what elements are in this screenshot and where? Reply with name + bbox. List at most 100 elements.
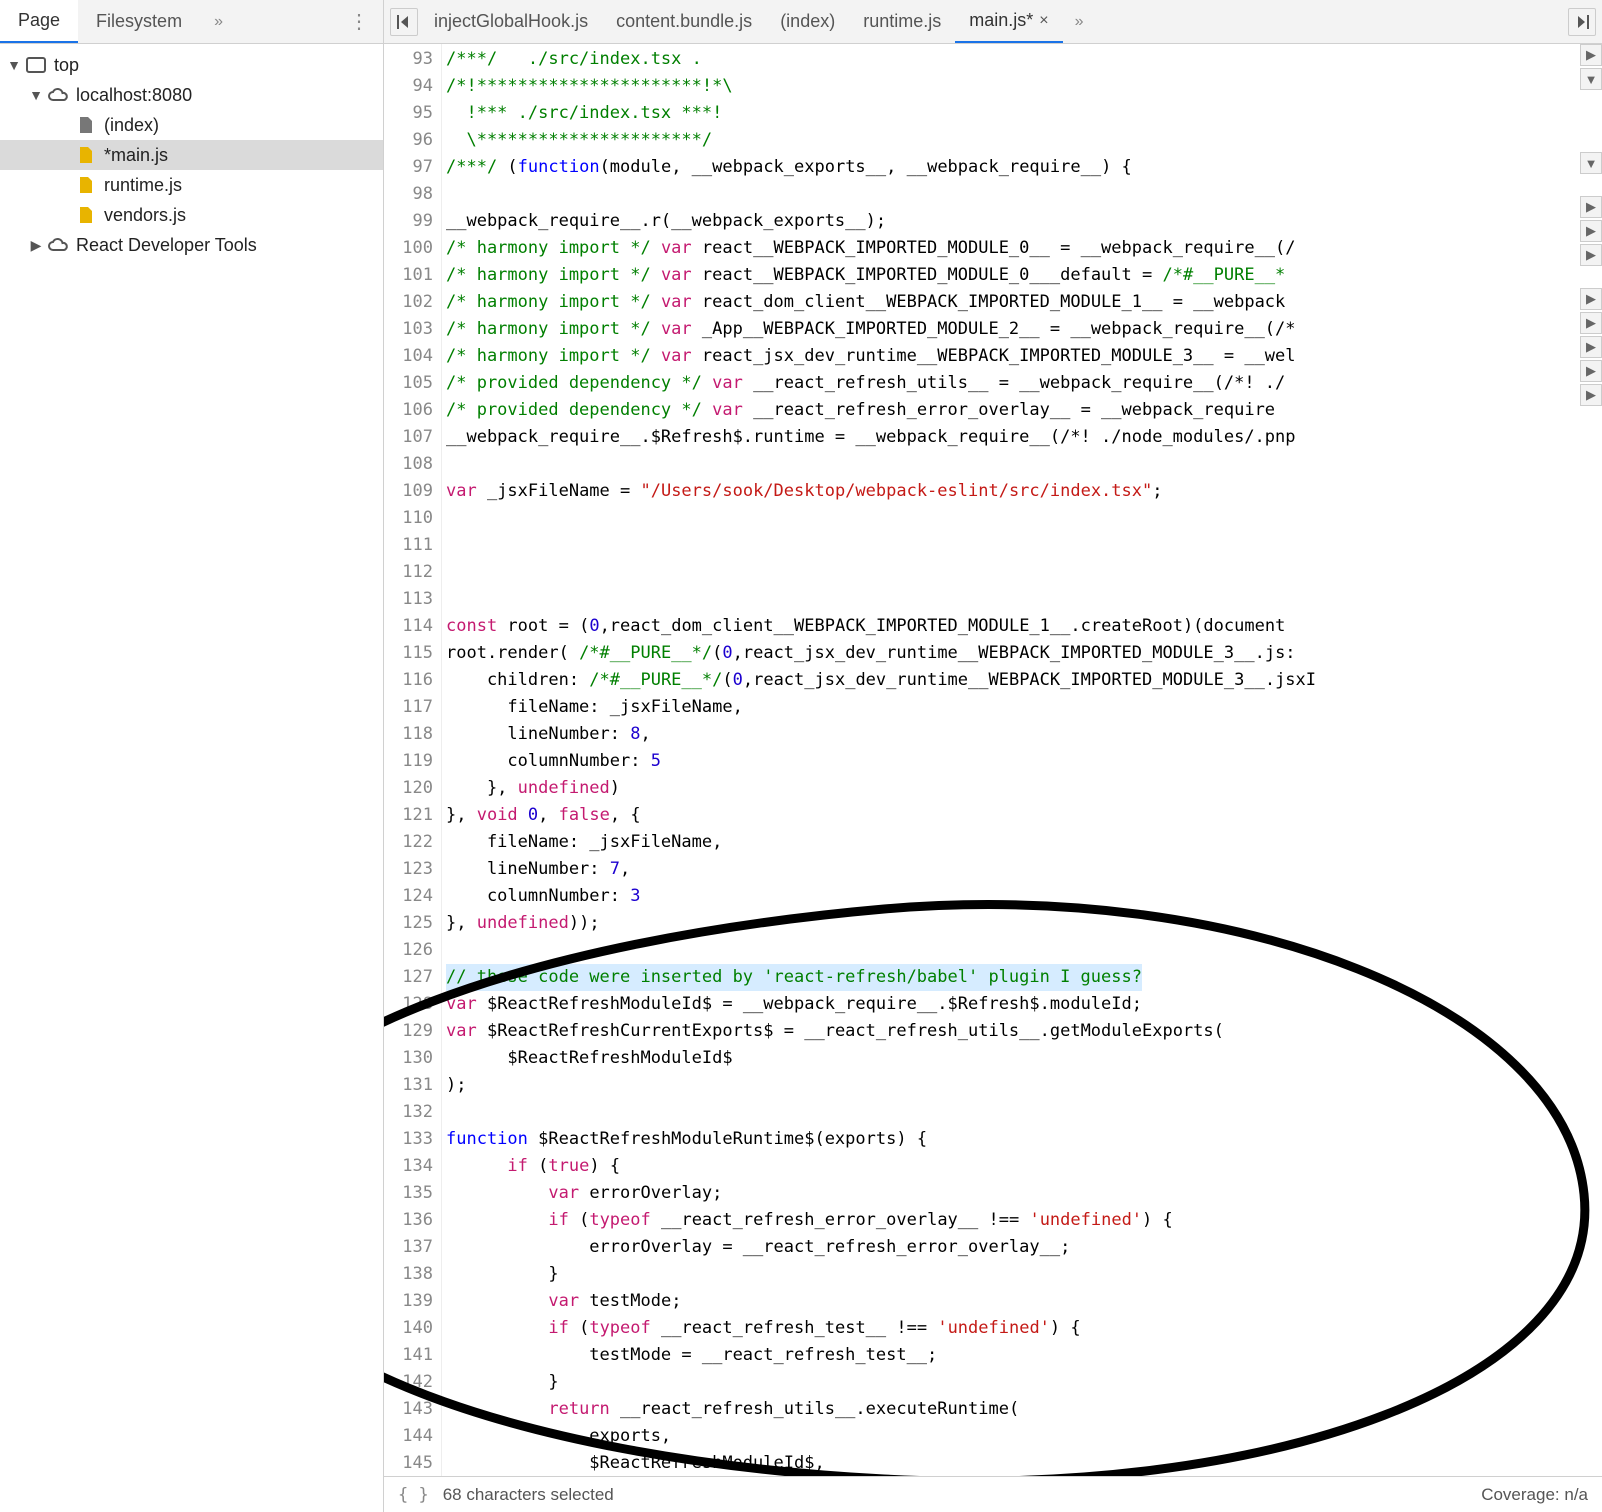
- tree-row[interactable]: ▼ top: [0, 50, 383, 80]
- code-line: fileName: _jsxFileName,: [446, 694, 1602, 721]
- close-icon[interactable]: ×: [1039, 12, 1048, 30]
- tree-arrow-icon: ▶: [28, 237, 44, 254]
- editor-tab[interactable]: main.js* ×: [955, 0, 1062, 43]
- code-line: errorOverlay = __react_refresh_error_ove…: [446, 1234, 1602, 1261]
- code-line: columnNumber: 5: [446, 748, 1602, 775]
- scroll-stub[interactable]: ▶: [1580, 312, 1602, 334]
- code-line: lineNumber: 7,: [446, 856, 1602, 883]
- nav-prev-icon: [396, 15, 412, 29]
- sidebar: Page Filesystem » ⋮ ▼ top ▼localhost:8080 (…: [0, 0, 384, 1512]
- sidebar-tab-page[interactable]: Page: [0, 0, 78, 43]
- scroll-stubs: ▶ ▼ ▼ ▶ ▶ ▶ ▶ ▶ ▶ ▶ ▶: [1580, 44, 1602, 408]
- editor-tab[interactable]: content.bundle.js: [602, 0, 766, 43]
- sidebar-tabs-overflow[interactable]: »: [200, 13, 237, 31]
- scroll-stub[interactable]: ▶: [1580, 44, 1602, 66]
- code-line: /* harmony import */ var react__WEBPACK_…: [446, 262, 1602, 289]
- code-line: /* provided dependency */ var __react_re…: [446, 370, 1602, 397]
- tree-row[interactable]: ▼localhost:8080: [0, 80, 383, 110]
- editor-tab[interactable]: injectGlobalHook.js: [420, 0, 602, 43]
- code-line: var _jsxFileName = "/Users/sook/Desktop/…: [446, 478, 1602, 505]
- code-line: // these code were inserted by 'react-re…: [446, 964, 1602, 991]
- file-tree[interactable]: ▼ top ▼localhost:8080 (index) *main.js runtim…: [0, 44, 383, 1512]
- editor-tab-label: injectGlobalHook.js: [434, 11, 588, 32]
- code-line: return __react_refresh_utils__.executeRu…: [446, 1396, 1602, 1423]
- file-yellow-icon: [74, 205, 98, 225]
- code-line: [446, 559, 1602, 586]
- code-line: }: [446, 1369, 1602, 1396]
- code-line: !*** ./src/index.tsx ***!: [446, 100, 1602, 127]
- tree-row[interactable]: runtime.js: [0, 170, 383, 200]
- tree-arrow-icon: ▼: [6, 57, 22, 73]
- tree-row[interactable]: *main.js: [0, 140, 383, 170]
- editor-tabs-overflow[interactable]: »: [1065, 13, 1094, 31]
- main-area: injectGlobalHook.js content.bundle.js (ind…: [384, 0, 1602, 1512]
- code-line: root.render( /*#__PURE__*/(0,react_jsx_d…: [446, 640, 1602, 667]
- code-line: /* provided dependency */ var __react_re…: [446, 397, 1602, 424]
- code-line: /* harmony import */ var react__WEBPACK_…: [446, 235, 1602, 262]
- code-content[interactable]: /***/ ./src/index.tsx ./*!**************…: [442, 44, 1602, 1476]
- code-line: function $ReactRefreshModuleRuntime$(exp…: [446, 1126, 1602, 1153]
- code-line: /* harmony import */ var react_jsx_dev_r…: [446, 343, 1602, 370]
- tree-label: localhost:8080: [76, 85, 192, 106]
- code-line: exports,: [446, 1423, 1602, 1450]
- nav-prev-button[interactable]: [390, 8, 418, 36]
- scroll-stub[interactable]: ▶: [1580, 336, 1602, 358]
- code-line: /*!**********************!*\: [446, 73, 1602, 100]
- scroll-stub[interactable]: ▼: [1580, 152, 1602, 174]
- code-line: $ReactRefreshModuleId$: [446, 1045, 1602, 1072]
- code-line: [446, 586, 1602, 613]
- code-line: }, undefined));: [446, 910, 1602, 937]
- code-line: /* harmony import */ var _App__WEBPACK_I…: [446, 316, 1602, 343]
- code-line: lineNumber: 8,: [446, 721, 1602, 748]
- scroll-stub[interactable]: ▶: [1580, 220, 1602, 242]
- code-line: testMode = __react_refresh_test__;: [446, 1342, 1602, 1369]
- code-line: [446, 1099, 1602, 1126]
- nav-next-icon: [1574, 15, 1590, 29]
- code-line: fileName: _jsxFileName,: [446, 829, 1602, 856]
- code-line: if (typeof __react_refresh_error_overlay…: [446, 1207, 1602, 1234]
- cloud-icon: [46, 85, 70, 105]
- code-line: }: [446, 1261, 1602, 1288]
- pretty-print-button[interactable]: { }: [398, 1485, 429, 1505]
- selection-status: 68 characters selected: [443, 1485, 614, 1505]
- code-line: children: /*#__PURE__*/(0,react_jsx_dev_…: [446, 667, 1602, 694]
- editor-tab-label: content.bundle.js: [616, 11, 752, 32]
- statusbar: { } 68 characters selected Coverage: n/a: [384, 1476, 1602, 1512]
- editor-tab[interactable]: runtime.js: [849, 0, 955, 43]
- code-line: if (true) {: [446, 1153, 1602, 1180]
- code-line: /***/ (function(module, __webpack_export…: [446, 154, 1602, 181]
- scroll-stub[interactable]: ▶: [1580, 244, 1602, 266]
- code-line: [446, 505, 1602, 532]
- editor-tab-label: main.js*: [969, 10, 1033, 31]
- code-line: [446, 451, 1602, 478]
- file-yellow-icon: [74, 175, 98, 195]
- tree-label: *main.js: [104, 145, 168, 166]
- code-line: \**********************/: [446, 127, 1602, 154]
- code-line: [446, 181, 1602, 208]
- sidebar-tab-filesystem[interactable]: Filesystem: [78, 0, 200, 43]
- scroll-stub[interactable]: ▶: [1580, 288, 1602, 310]
- tree-row[interactable]: vendors.js: [0, 200, 383, 230]
- code-area[interactable]: 9394959697989910010110210310410510610710…: [384, 44, 1602, 1476]
- nav-next-button[interactable]: [1568, 8, 1596, 36]
- scroll-stub[interactable]: ▶: [1580, 384, 1602, 406]
- scroll-stub[interactable]: ▶: [1580, 360, 1602, 382]
- sidebar-menu-button[interactable]: ⋮: [335, 9, 383, 34]
- code-line: );: [446, 1072, 1602, 1099]
- scroll-stub[interactable]: ▶: [1580, 196, 1602, 218]
- code-line: /* harmony import */ var react_dom_clien…: [446, 289, 1602, 316]
- tree-row[interactable]: ▶ React Developer Tools: [0, 230, 383, 260]
- tree-label: React Developer Tools: [76, 235, 257, 256]
- editor-tab[interactable]: (index): [766, 0, 849, 43]
- scroll-stub[interactable]: ▼: [1580, 68, 1602, 90]
- code-line: }, undefined): [446, 775, 1602, 802]
- frame-icon: [24, 55, 48, 75]
- tree-label: top: [54, 55, 79, 76]
- code-line: [446, 532, 1602, 559]
- tree-label: (index): [104, 115, 159, 136]
- tree-row[interactable]: (index): [0, 110, 383, 140]
- tree-label: runtime.js: [104, 175, 182, 196]
- code-line: var $ReactRefreshModuleId$ = __webpack_r…: [446, 991, 1602, 1018]
- cloud-icon: [46, 235, 70, 255]
- code-line: [446, 937, 1602, 964]
